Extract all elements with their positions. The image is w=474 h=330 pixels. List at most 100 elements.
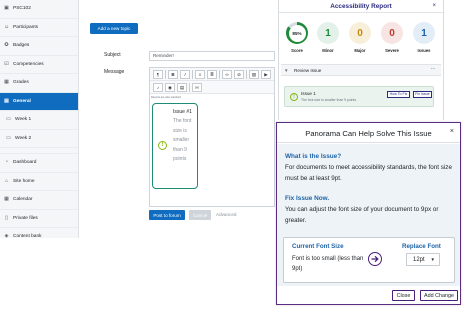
report-header: Accessibility Report × xyxy=(279,0,443,13)
fix-issue-button[interactable]: Fix Issue xyxy=(413,91,432,98)
message-label: Message xyxy=(104,69,125,75)
italic-icon[interactable]: I xyxy=(180,70,190,79)
report-metrics: 85% Score 1 Minor 0 Major 0 Severe 1 Issues xyxy=(284,22,442,58)
sidebar-item-site-home[interactable]: ⌂ Site home xyxy=(0,173,78,191)
sidebar-item-label: Participants xyxy=(13,24,39,30)
score-metric: 85% Score xyxy=(286,22,308,53)
bold-icon[interactable]: B xyxy=(168,70,178,79)
sidebar-item-label: Dashboard xyxy=(13,160,37,166)
link-icon[interactable]: ∞ xyxy=(222,70,232,79)
what-is-issue-text: For documents to meet accessibility stan… xyxy=(285,164,452,182)
cube-icon: ◈ xyxy=(4,233,9,238)
sidebar-item-label: Private files xyxy=(13,215,38,221)
paragraph-icon[interactable]: ¶ xyxy=(153,70,163,79)
unlink-icon[interactable]: ⊘ xyxy=(234,70,244,79)
severe-metric: 0 Severe xyxy=(381,22,403,53)
sidebar-item-competencies[interactable]: ☑ Competencies xyxy=(0,56,78,74)
reports-note: Reports are also standard xyxy=(151,96,181,99)
close-button[interactable]: Close xyxy=(392,290,415,301)
sidebar-item-calendar[interactable]: ▦ Calendar xyxy=(0,191,78,210)
chevron-down-icon: ▼ xyxy=(284,68,289,73)
sidebar-item-participants[interactable]: ☺ Participants xyxy=(0,19,78,37)
media-icon[interactable]: ▶ xyxy=(261,70,271,79)
review-issue-row[interactable]: ▼ Review Issue ··· xyxy=(281,64,441,76)
current-font-size-heading: Current Font Size xyxy=(292,243,344,250)
forum-post-area: Add a new topic Subject Reminder! Messag… xyxy=(80,0,276,238)
sidebar-item-general[interactable]: ▤ General xyxy=(0,92,78,111)
close-icon[interactable]: × xyxy=(450,128,454,135)
sidebar-item-label: Calendar xyxy=(13,197,33,203)
message-editor[interactable]: ¶ B I ≡ ≣ ∞ ⊘ ▨ ▶ ♪ ◉ ▤ H Reports are al… xyxy=(149,67,275,207)
review-issue-label: Review Issue xyxy=(294,68,322,73)
fix-issue-now-text: You can adjust the font size of your doc… xyxy=(285,206,439,224)
numbered-list-icon[interactable]: ≣ xyxy=(207,70,217,79)
major-count: 0 xyxy=(349,22,371,44)
sidebar-item-label: Content bank xyxy=(13,234,42,238)
sidebar-item-label: PSC102 xyxy=(13,6,31,12)
accessibility-report-panel: Accessibility Report × 85% Score 1 Minor 0… xyxy=(278,0,444,120)
image-icon[interactable]: ▨ xyxy=(249,70,259,79)
home-icon: ⌂ xyxy=(4,177,9,184)
cancel-button[interactable]: Cancel xyxy=(189,210,211,220)
post-to-forum-button[interactable]: Post to forum xyxy=(149,210,185,220)
issue-highlight-card[interactable]: ! Issue #1 The font size is smaller than… xyxy=(152,103,198,189)
alert-icon: ! xyxy=(290,93,298,101)
severe-label: Severe xyxy=(385,48,399,53)
minor-count: 1 xyxy=(317,22,339,44)
issues-metric: 1 Issues xyxy=(413,22,435,53)
advanced-link[interactable]: Advanced xyxy=(216,212,236,217)
arrow-right-glyph xyxy=(371,255,379,262)
bullet-list-icon[interactable]: ≡ xyxy=(195,70,205,79)
sidebar-item-label: General xyxy=(13,98,31,104)
sidebar-item-psc102[interactable]: ▣ PSC102 xyxy=(0,0,78,19)
minor-metric: 1 Minor xyxy=(317,22,339,53)
sidebar-item-week-2[interactable]: ▭ Week 2 xyxy=(0,130,78,148)
issue-title: Issue 1 xyxy=(301,91,316,96)
major-metric: 0 Major xyxy=(349,22,371,53)
major-label: Major xyxy=(354,48,366,53)
score-ring: 85% xyxy=(286,22,308,44)
toolbar-divider xyxy=(192,70,193,79)
replace-font-select[interactable]: 12pt ▼ xyxy=(406,253,440,266)
sidebar-item-badges[interactable]: ✪ Badges xyxy=(0,37,78,56)
issue-card-description: The font size is smaller than 9 points xyxy=(173,118,192,163)
sidebar-item-label: Badges xyxy=(13,43,30,49)
issue-item[interactable]: ! Issue 1 The font size is smaller than … xyxy=(284,86,434,107)
minor-label: Minor xyxy=(322,48,334,53)
arrow-right-icon xyxy=(368,252,382,266)
replace-font-value: 12pt xyxy=(413,257,425,263)
sidebar-item-content-bank[interactable]: ◈ Content bank xyxy=(0,228,78,238)
folder-icon: ▤ xyxy=(4,97,9,104)
add-new-topic-button[interactable]: Add a new topic xyxy=(90,23,138,34)
file-icon: ▯ xyxy=(5,214,8,221)
toolbar-divider xyxy=(189,83,190,92)
folder-icon: ▭ xyxy=(6,134,11,141)
editor-content[interactable]: Reports are also standard ! Issue #1 The… xyxy=(150,95,274,207)
toolbar-divider xyxy=(165,70,166,79)
how-to-fix-button[interactable]: How To Fix xyxy=(387,91,410,98)
course-sidebar: ▣ PSC102 ☺ Participants ✪ Badges ☑ Competencies… xyxy=(0,0,79,238)
h5p-icon[interactable]: H xyxy=(192,83,202,92)
add-change-button[interactable]: Add Change xyxy=(420,290,458,301)
subject-input[interactable]: Reminder! xyxy=(149,51,275,61)
dialog-title: Panorama Can Help Solve This Issue xyxy=(305,129,432,138)
sidebar-item-week-1[interactable]: ▭ Week 1 xyxy=(0,111,78,130)
fix-issue-now-heading: Fix Issue Now. xyxy=(285,195,330,202)
score-label: Score xyxy=(291,48,303,53)
dashboard-icon: ◔ xyxy=(4,159,9,166)
sidebar-item-label: Site home xyxy=(13,178,35,184)
users-icon: ☺ xyxy=(4,23,10,30)
manage-files-icon[interactable]: ▤ xyxy=(177,83,187,92)
dialog-header: Panorama Can Help Solve This Issue × xyxy=(277,123,460,143)
issues-count: 1 xyxy=(413,22,435,44)
record-audio-icon[interactable]: ♪ xyxy=(153,83,163,92)
more-options-icon[interactable]: ··· xyxy=(431,66,436,72)
sidebar-item-dashboard[interactable]: ◔ Dashboard xyxy=(0,154,78,173)
issue-card-text: Issue #1 The font size is smaller than 9… xyxy=(173,108,195,164)
record-video-icon[interactable]: ◉ xyxy=(165,83,175,92)
close-icon[interactable]: × xyxy=(432,3,436,9)
toolbar-divider xyxy=(246,70,247,79)
sidebar-item-grades[interactable]: ▦ Grades xyxy=(0,74,78,93)
sidebar-item-private-files[interactable]: ▯ Private files xyxy=(0,210,78,228)
replace-font-heading: Replace Font xyxy=(402,243,441,250)
